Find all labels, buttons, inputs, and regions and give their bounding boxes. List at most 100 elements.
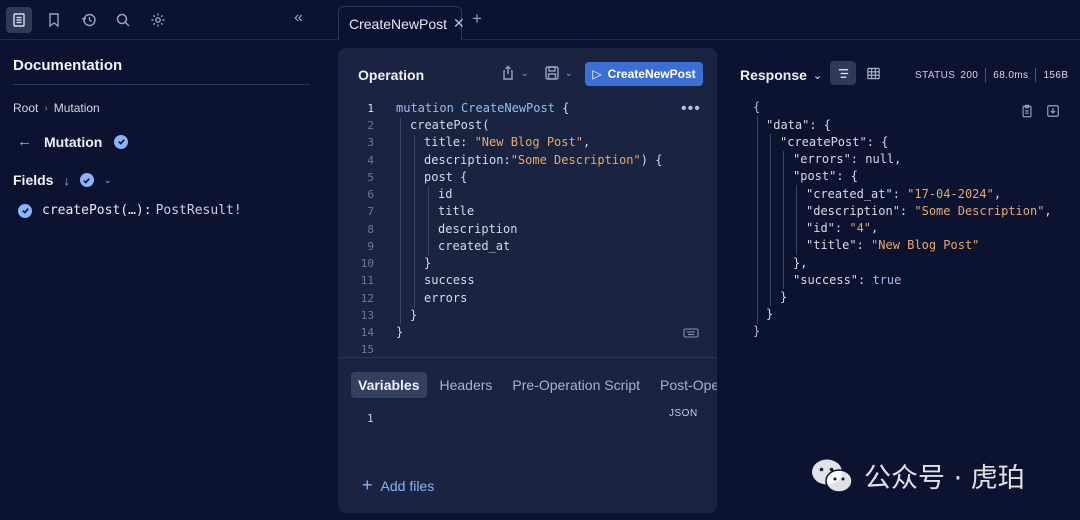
tab-headers[interactable]: Headers bbox=[433, 372, 500, 398]
save-icon bbox=[545, 66, 559, 80]
tab-post-operation-script[interactable]: Post-Operatio bbox=[653, 372, 717, 398]
response-title-label: Response bbox=[740, 67, 807, 83]
breadcrumb: Root › Mutation bbox=[13, 101, 100, 115]
tab-createnewpost[interactable]: CreateNewPost ✕ bbox=[338, 6, 465, 40]
line-number: 14 bbox=[360, 326, 374, 339]
sort-arrow-icon[interactable]: ↓ bbox=[63, 173, 70, 188]
response-line: { bbox=[753, 100, 761, 114]
fields-header: Fields ↓ ⌄ bbox=[13, 172, 112, 188]
code-line: } bbox=[396, 325, 404, 339]
response-title[interactable]: Response ⌄ bbox=[740, 67, 822, 83]
add-tab-icon[interactable]: + bbox=[472, 9, 482, 29]
divider bbox=[338, 357, 717, 358]
response-line: "id": "4", bbox=[806, 221, 879, 235]
line-number: 10 bbox=[360, 257, 374, 270]
run-operation-button[interactable]: ▷ CreateNewPost bbox=[585, 62, 703, 86]
divider bbox=[13, 84, 310, 85]
code-line: post { bbox=[424, 170, 468, 184]
response-line: "data": { bbox=[766, 118, 832, 132]
line-number: 7 bbox=[367, 205, 374, 218]
type-name: Mutation bbox=[44, 133, 103, 150]
indent-guide bbox=[757, 116, 758, 324]
share-button[interactable]: ⌄ bbox=[500, 65, 529, 81]
docs-title: Documentation bbox=[13, 57, 123, 74]
chevron-down-icon: ⌄ bbox=[812, 69, 823, 82]
divider bbox=[985, 68, 987, 82]
line-number: 2 bbox=[367, 119, 374, 132]
keyboard-icon[interactable] bbox=[683, 326, 699, 344]
status-bar: STATUS 200 68.0ms 156B bbox=[915, 68, 1068, 82]
add-files-button[interactable]: + Add files bbox=[362, 475, 434, 496]
collapse-sidebar-icon[interactable]: « bbox=[294, 9, 303, 27]
field-item[interactable]: createPost(…): PostResult! bbox=[18, 203, 242, 218]
check-icon[interactable] bbox=[79, 173, 94, 187]
code-line: description:"Some Description") { bbox=[424, 153, 663, 167]
line-number: 1 bbox=[367, 102, 374, 115]
copy-icon[interactable] bbox=[1020, 104, 1034, 123]
watermark-text: 公众号 · 虎珀 bbox=[864, 463, 1025, 494]
indent-guide bbox=[796, 185, 797, 255]
field-name[interactable]: createPost(…): bbox=[42, 203, 152, 218]
gear-icon[interactable] bbox=[145, 7, 171, 33]
docs-icon[interactable] bbox=[6, 7, 32, 33]
breadcrumb-mutation[interactable]: Mutation bbox=[54, 101, 100, 115]
type-header: ← Mutation bbox=[17, 133, 129, 150]
status-label: STATUS bbox=[915, 69, 956, 81]
operation-title: Operation bbox=[358, 67, 425, 83]
table-view-button[interactable] bbox=[860, 61, 886, 85]
operation-panel: Operation ⌄ ⌄ ▷ CreateNewPost ••• 1 2 3 … bbox=[338, 48, 717, 513]
indent-guide bbox=[770, 134, 771, 306]
line-number: 6 bbox=[367, 188, 374, 201]
line-number: 8 bbox=[367, 223, 374, 236]
variables-line-number: 1 bbox=[367, 412, 374, 425]
list-view-button[interactable] bbox=[830, 61, 856, 85]
tab-variables[interactable]: Variables bbox=[351, 372, 427, 398]
status-code: 200 bbox=[960, 69, 979, 81]
code-line: created_at bbox=[438, 239, 511, 253]
indent-guide bbox=[783, 151, 784, 289]
response-line: } bbox=[766, 307, 774, 321]
back-arrow-icon[interactable]: ← bbox=[17, 133, 32, 150]
line-number: 11 bbox=[360, 274, 374, 287]
run-button-label: CreateNewPost bbox=[607, 67, 696, 81]
response-line: "created_at": "17-04-2024", bbox=[806, 187, 1002, 201]
indent-guide bbox=[414, 135, 415, 308]
download-icon[interactable] bbox=[1046, 104, 1060, 123]
save-button[interactable]: ⌄ bbox=[544, 65, 573, 81]
divider bbox=[1035, 68, 1037, 82]
chevron-down-icon: ⌄ bbox=[565, 67, 573, 78]
tab-pre-operation-script[interactable]: Pre-Operation Script bbox=[505, 372, 647, 398]
more-options-icon[interactable]: ••• bbox=[681, 100, 701, 118]
response-line: "title": "New Blog Post" bbox=[806, 238, 980, 252]
editor-tabs: Variables Headers Pre-Operation Script P… bbox=[351, 372, 717, 398]
field-type[interactable]: PostResult! bbox=[156, 203, 242, 218]
code-line: mutation CreateNewPost { bbox=[396, 101, 570, 115]
response-line: "post": { bbox=[793, 169, 859, 183]
top-bar: « CreateNewPost ✕ + bbox=[0, 0, 1080, 40]
code-line: errors bbox=[424, 291, 468, 305]
line-number: 13 bbox=[360, 309, 374, 322]
line-number: 5 bbox=[367, 171, 374, 184]
history-icon[interactable] bbox=[76, 7, 102, 33]
response-line: }, bbox=[793, 256, 808, 270]
response-line: } bbox=[780, 290, 788, 304]
line-number: 3 bbox=[367, 136, 374, 149]
response-line: "errors": null, bbox=[793, 152, 902, 166]
watermark: 公众号 · 虎珀 bbox=[810, 456, 1025, 495]
line-number: 15 bbox=[360, 343, 374, 356]
close-icon[interactable]: ✕ bbox=[453, 15, 465, 32]
breadcrumb-root[interactable]: Root bbox=[13, 101, 38, 115]
code-line: id bbox=[438, 187, 453, 201]
chevron-down-icon[interactable]: ⌄ bbox=[104, 175, 112, 186]
check-icon bbox=[18, 203, 32, 218]
response-time: 68.0ms bbox=[993, 69, 1029, 81]
chevron-right-icon: › bbox=[44, 102, 48, 114]
chevron-down-icon: ⌄ bbox=[521, 67, 529, 78]
indent-guide bbox=[428, 186, 429, 256]
bookmark-icon[interactable] bbox=[41, 7, 67, 33]
response-line: "createPost": { bbox=[780, 135, 889, 149]
search-icon[interactable] bbox=[110, 7, 136, 33]
share-icon bbox=[503, 65, 513, 80]
indent-guide bbox=[400, 118, 401, 324]
response-line: "success": true bbox=[793, 273, 902, 287]
